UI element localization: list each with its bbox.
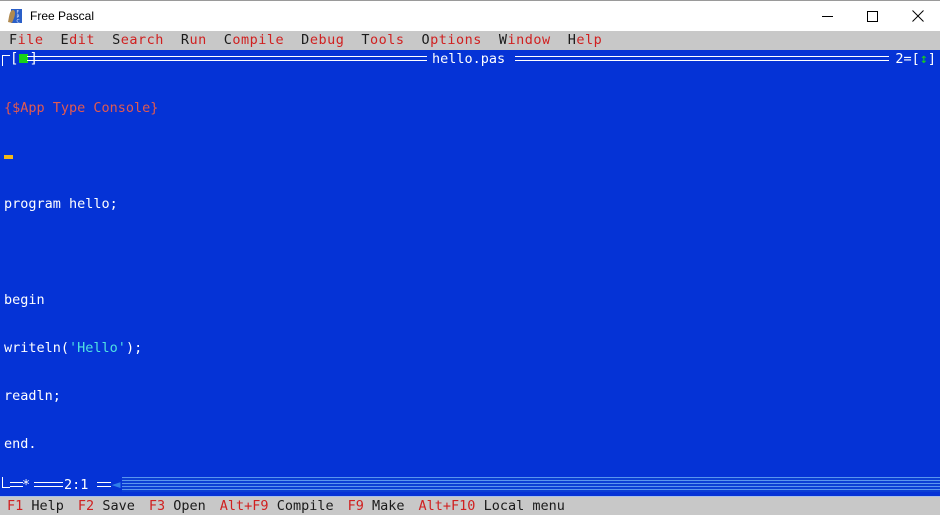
menu-label-debug: ebug [309,32,345,48]
menu-hotkey-options: O [421,32,431,48]
statusbar-key-f9: F9 [347,498,364,514]
statusbar-label-compile [269,498,277,514]
menu-item-run[interactable]: Run [181,31,207,50]
window-titlebar: F P C Free Pascal [0,0,940,32]
editor-window: [] hello.pas 2=[↕] {$App Type Console} p… [0,50,940,496]
menu-label-run: un [189,32,207,48]
window-number-label: 2=[ [895,51,920,67]
code-line [4,148,936,164]
menu-label-edit: dit [69,32,96,48]
statusbar-label-open-text: Open [173,498,206,514]
free-pascal-logo-icon: F P C [7,8,23,25]
code-line: end. [4,436,936,452]
menubar: File Edit Search Run Compile Debug Tools… [0,31,940,50]
menu-hotkey-tools: T [361,32,370,48]
statusbar-label-local-menu-text: Local menu [483,498,565,514]
window-frame-corner-topleft [2,55,10,66]
code-line: {$App Type Console} [4,100,936,116]
menu-item-compile[interactable]: Compile [224,31,284,50]
menu-label-compile: ompile [232,32,285,48]
code-token-directive: {$App Type Console} [4,100,159,116]
menu-hotkey-search: S [112,32,121,48]
cursor-position-indicator: 2:1 [64,477,89,493]
scrollbar-track[interactable] [122,477,940,492]
window-frame-bottom-rule-2 [34,482,63,487]
statusbar-key-altf9: Alt+F9 [219,498,269,514]
scroll-left-arrow-icon[interactable]: ◄ [110,477,122,492]
code-token-plain: begin [4,292,45,308]
menu-hotkey-debug: D [301,32,310,48]
menu-item-debug[interactable]: Debug [301,31,344,50]
window-frame-rule-left [27,56,427,61]
window-number-and-resize-icon[interactable]: 2=[↕] [895,52,936,66]
menu-item-window[interactable]: Window [499,31,551,50]
window-frame-bottom-rule-3 [97,482,111,487]
statusbar-item-local-menu[interactable]: Alt+F10 Local menu [419,497,565,515]
code-editor-area[interactable]: {$App Type Console} program hello; begin… [4,68,936,472]
close-icon[interactable] [895,0,940,32]
code-line: program hello; [4,196,936,212]
menu-hotkey-file: F [9,32,18,48]
statusbar-item-open[interactable]: F3 Open [149,497,206,515]
code-token-plain: readln; [4,388,61,404]
code-token-string: 'Hello' [69,340,126,356]
horizontal-scrollbar[interactable]: ◄ [110,476,940,494]
editor-window-bottom-frame: * 2:1 ◄ [0,476,940,496]
maximize-icon[interactable] [850,0,895,32]
code-token-plain: end. [4,436,37,452]
text-caret [4,155,13,159]
menu-item-tools[interactable]: Tools [361,31,404,50]
window-title: Free Pascal [30,9,95,23]
statusbar-key-altf10: Alt+F10 [418,498,476,514]
statusbar-key-f1: F1 [7,498,24,514]
ide-desktop: [] hello.pas 2=[↕] {$App Type Console} p… [0,50,940,496]
statusbar-label-save-text: Save [102,498,135,514]
modified-indicator: * [22,477,31,493]
menu-item-edit[interactable]: Edit [61,31,96,50]
editor-filename: hello.pas [432,51,506,67]
menu-label-file: ile [17,32,44,48]
window-frame-corner-bottomleft [2,477,10,488]
window-frame-rule-right [515,56,889,61]
statusbar-label-make [364,498,372,514]
statusbar-key-f2: F2 [77,498,95,514]
function-key-statusbar: F1 Help F2 Save F3 Open Alt+F9 Compile F… [0,496,940,515]
code-line: writeln('Hello'); [4,340,936,356]
code-token-plain: ); [125,340,143,356]
statusbar-item-make[interactable]: F9 Make [348,497,405,515]
svg-text:C: C [17,19,20,25]
statusbar-label-make-text: Make [372,498,405,514]
menu-hotkey-window: W [498,32,508,48]
code-token-plain: program hello; [4,196,118,212]
menu-label-search: earch [120,32,164,48]
statusbar-label-help-text: Help [31,498,64,514]
resize-arrow-icon: ↕ [919,51,928,67]
code-line: begin [4,292,936,308]
statusbar-item-help[interactable]: F1 Help [7,497,64,515]
menu-item-options[interactable]: Options [421,31,481,50]
menu-label-options: ptions [430,32,482,48]
code-token-plain: writeln( [4,340,70,356]
menu-hotkey-edit: E [60,32,70,48]
statusbar-label-local-menu [475,498,483,514]
menu-label-window: indow [507,32,551,48]
menu-label-tools: ools [369,32,405,48]
menu-item-file[interactable]: File [9,31,44,50]
menu-item-help[interactable]: Help [568,31,603,50]
menu-label-help: elp [576,32,603,48]
minimize-icon[interactable] [805,0,850,32]
statusbar-item-save[interactable]: F2 Save [78,497,135,515]
window-number-end: ] [927,51,936,67]
statusbar-key-f3: F3 [148,498,166,514]
window-controls [805,0,940,32]
code-line: readln; [4,388,936,404]
menu-item-search[interactable]: Search [112,31,164,50]
statusbar-label-compile-text: Compile [276,498,334,514]
close-box-bracket-left: [ [10,51,19,67]
statusbar-item-compile[interactable]: Alt+F9 Compile [220,497,334,515]
editor-window-titlebar: [] hello.pas 2=[↕] [0,50,940,68]
